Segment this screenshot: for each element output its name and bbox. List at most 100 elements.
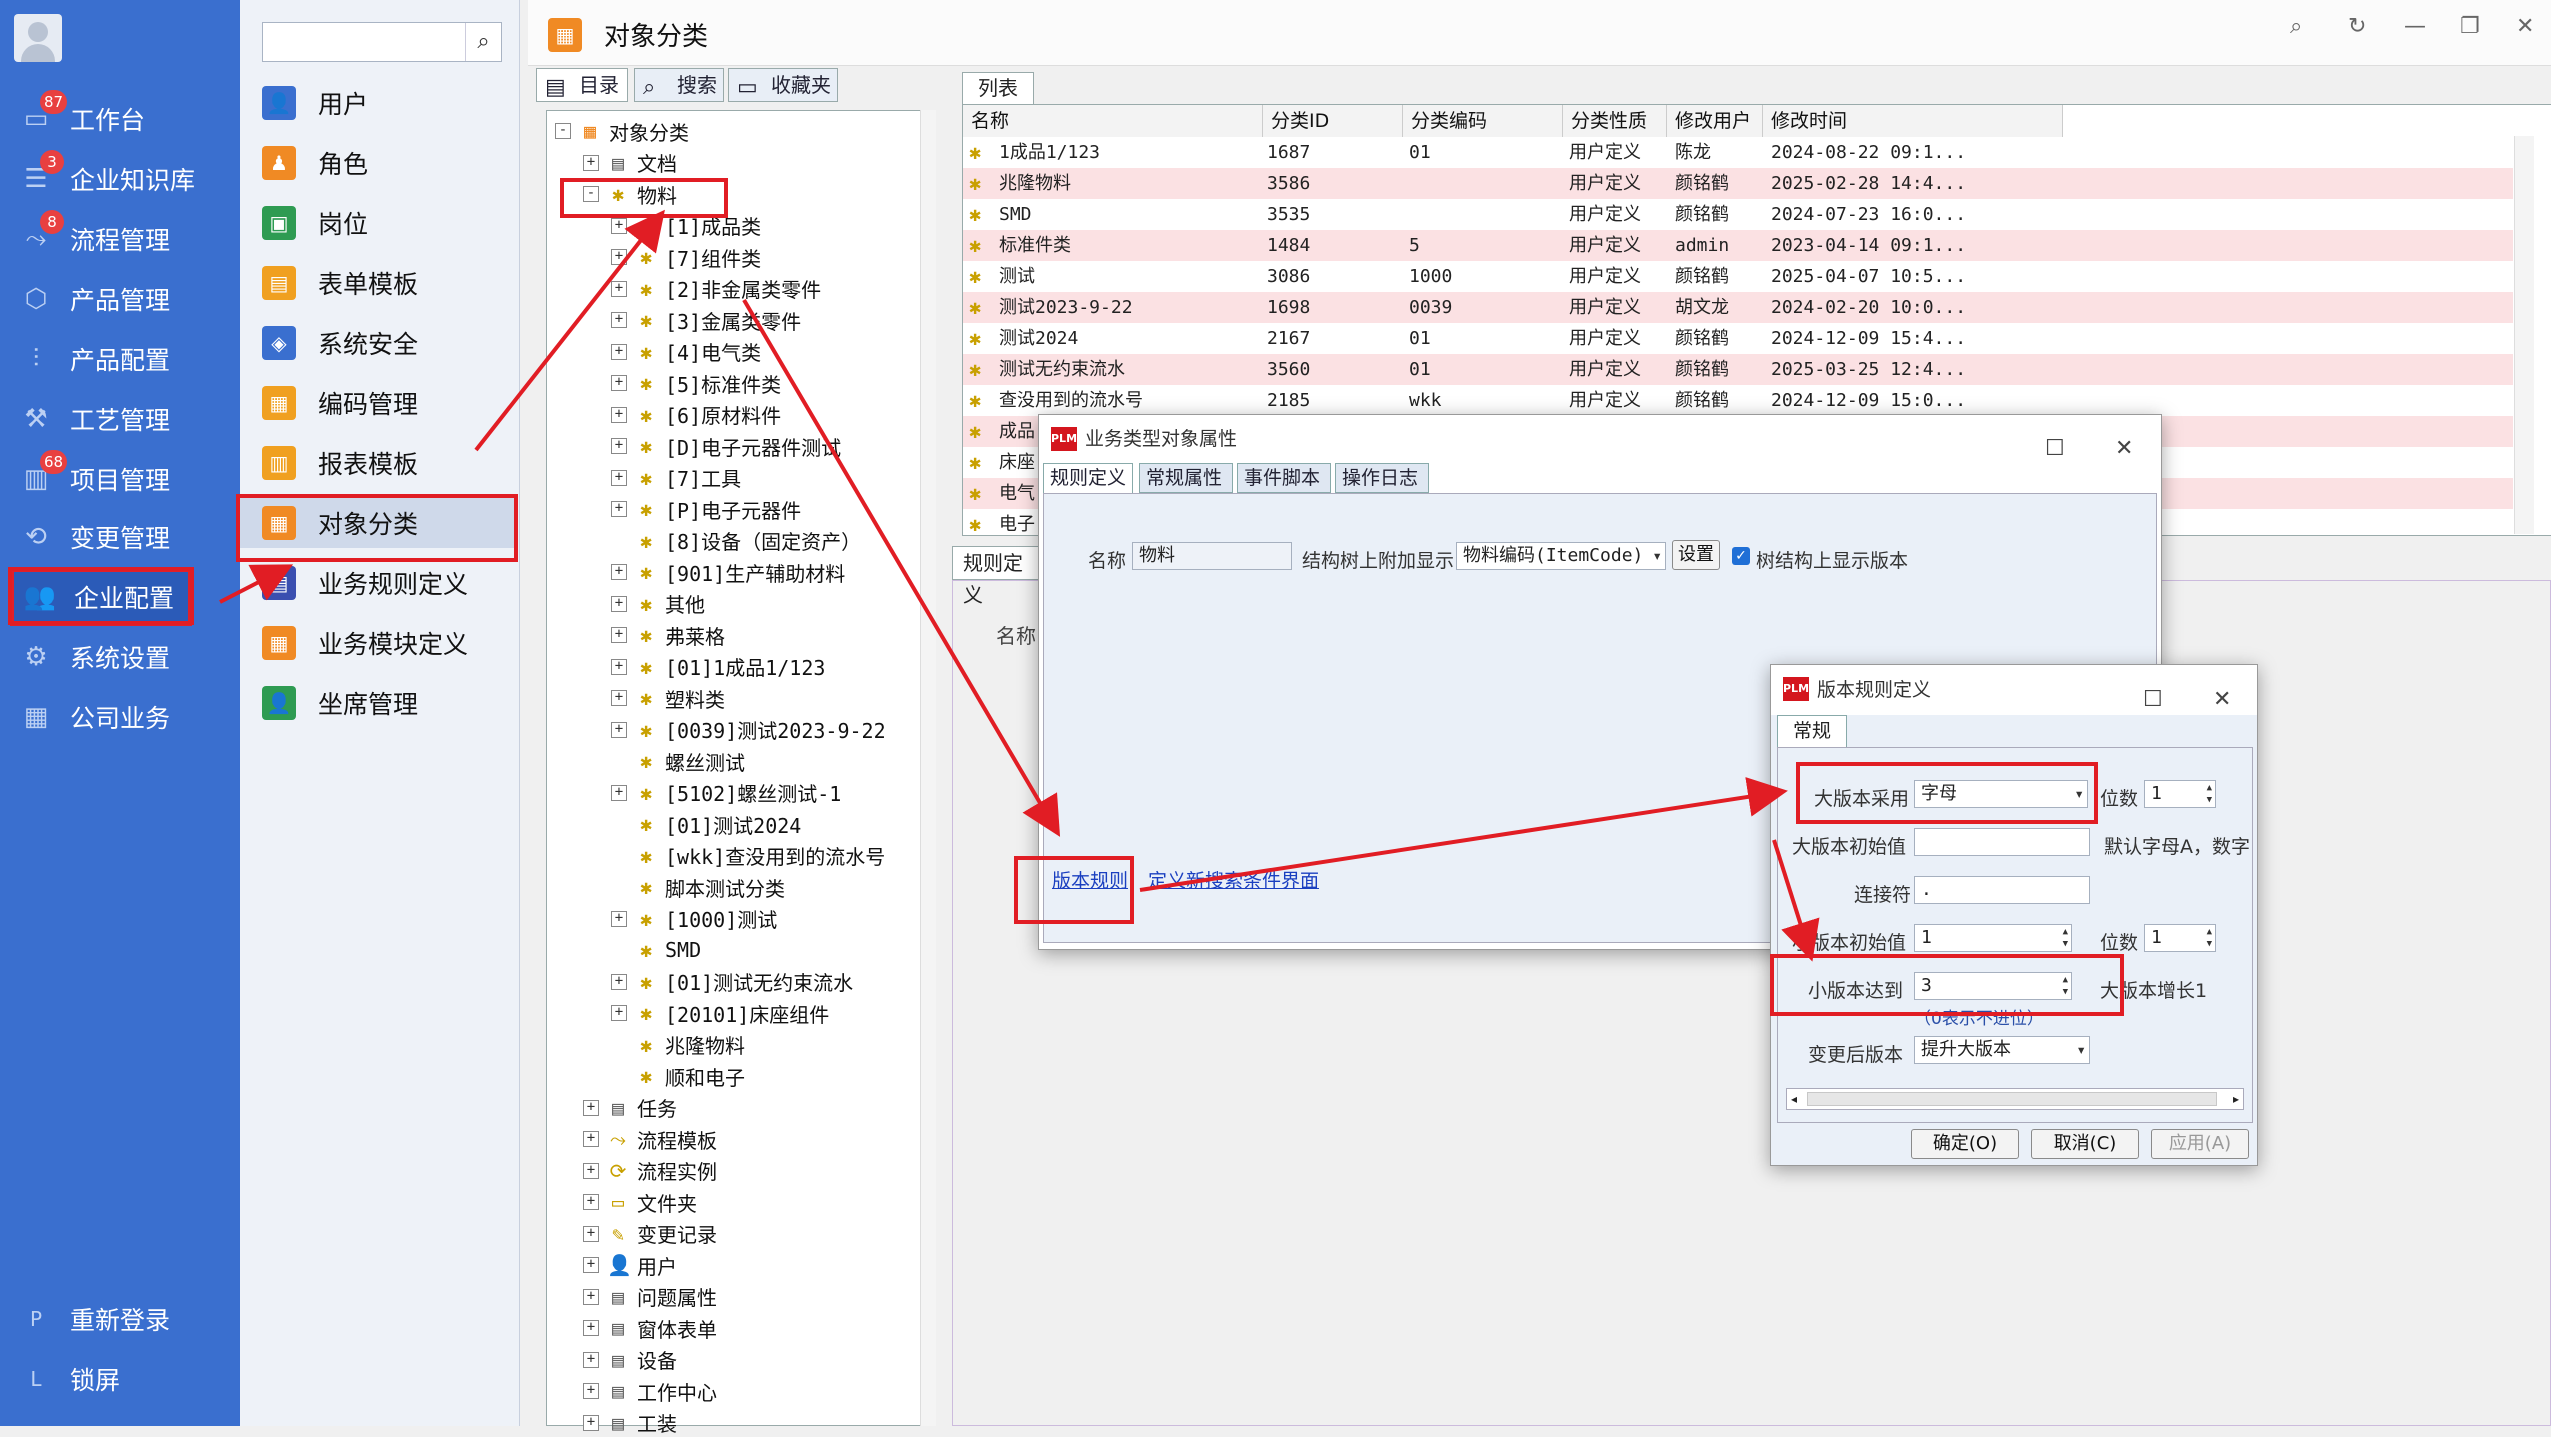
tree-node[interactable]: + ✱ [01]1成品1/123 bbox=[611, 653, 825, 681]
tree-node[interactable]: + ▭ 文件夹 bbox=[583, 1188, 697, 1216]
tree-node[interactable]: + ✱ [1000]测试 bbox=[611, 905, 777, 933]
tree-node[interactable]: ✱ 兆隆物料 bbox=[611, 1031, 745, 1059]
expand-icon[interactable]: + bbox=[611, 595, 627, 612]
after-change-select[interactable]: 提升大版本 bbox=[1914, 1036, 2090, 1064]
nav-item-8[interactable]: 👥 企业配置 bbox=[10, 568, 192, 626]
table-row[interactable]: ✱ 1成品1/123 1687 01 用户定义 陈龙 2024-08-22 09:1... bbox=[963, 137, 2513, 168]
tree-node[interactable]: + ✱ 其他 bbox=[611, 590, 705, 618]
minor-reach-stepper[interactable]: 3 bbox=[1914, 972, 2072, 1000]
sub-item-4[interactable]: ◈ 系统安全 bbox=[262, 318, 418, 368]
tab-general-properties[interactable]: 常规属性 bbox=[1139, 463, 1233, 493]
table-row[interactable]: ✱ 测试2023-9-22 1698 0039 用户定义 胡文龙 2024-02-20 10… bbox=[963, 292, 2513, 323]
column-header[interactable]: 修改时间 bbox=[1763, 105, 2063, 137]
tree-node[interactable]: + ✱ [7]组件类 bbox=[611, 243, 761, 271]
sub-item-5[interactable]: ▦ 编码管理 bbox=[262, 378, 418, 428]
tree-node[interactable]: + ✱ [0039]测试2023-9-22 bbox=[611, 716, 886, 744]
tree-node[interactable]: + ✱ 弗莱格 bbox=[611, 621, 725, 649]
expand-icon[interactable]: + bbox=[583, 1194, 599, 1210]
expand-icon[interactable]: + bbox=[611, 375, 627, 391]
expand-icon[interactable]: + bbox=[583, 1099, 599, 1116]
tree-node[interactable]: - ▦ 对象分类 bbox=[555, 117, 689, 145]
maximize-icon[interactable]: ☐ bbox=[2045, 425, 2065, 473]
grid-scrollbar[interactable] bbox=[2514, 136, 2534, 534]
tree-node[interactable]: + ✱ [5]标准件类 bbox=[611, 369, 781, 397]
expand-icon[interactable]: + bbox=[611, 627, 627, 643]
avatar[interactable] bbox=[14, 14, 62, 62]
tab-rule-definition[interactable]: 规则定义 bbox=[952, 546, 1042, 607]
sub-item-1[interactable]: ♟ 角色 bbox=[262, 138, 368, 188]
minor-digits-stepper[interactable]: 1 bbox=[2144, 924, 2216, 952]
tree-node[interactable]: + ✱ [3]金属类零件 bbox=[611, 306, 801, 334]
expand-icon[interactable]: + bbox=[583, 1288, 599, 1305]
expand-icon[interactable]: + bbox=[611, 501, 627, 517]
tree-node[interactable]: ✱ 顺和电子 bbox=[611, 1062, 745, 1090]
tab-list[interactable]: 列表 bbox=[962, 72, 1034, 104]
sub-item-6[interactable]: ▥ 报表模板 bbox=[262, 438, 418, 488]
nav-item-1[interactable]: ☰ 3 企业知识库 bbox=[0, 150, 240, 208]
tree-node[interactable]: + ⤳ 流程模板 bbox=[583, 1125, 717, 1153]
tree-node[interactable]: + ⟳ 流程实例 bbox=[583, 1157, 717, 1185]
major-use-select[interactable]: 字母 bbox=[1914, 780, 2088, 808]
column-header[interactable]: 修改用户 bbox=[1667, 105, 1763, 137]
nav-item-10[interactable]: ▦ 公司业务 bbox=[0, 688, 240, 746]
close-icon[interactable]: ✕ bbox=[2516, 14, 2534, 39]
separator-field[interactable]: . bbox=[1914, 876, 2090, 904]
nav-item-3[interactable]: ⬡ 产品管理 bbox=[0, 270, 240, 328]
show-version-checkbox[interactable]: ✓ bbox=[1732, 547, 1750, 565]
expand-icon[interactable]: + bbox=[611, 312, 627, 328]
scroll-left-icon[interactable]: ◂ bbox=[1791, 1089, 1797, 1109]
expand-icon[interactable]: + bbox=[583, 1320, 599, 1336]
tree-node[interactable]: + ✎ 变更记录 bbox=[583, 1220, 717, 1248]
scroll-thumb[interactable] bbox=[1807, 1092, 2217, 1106]
expand-icon[interactable]: + bbox=[583, 1257, 599, 1273]
tree-node[interactable]: + ✱ [1]成品类 bbox=[611, 212, 761, 240]
table-row[interactable]: ✱ 测试无约束流水 3560 01 用户定义 颜铭鹤 2025-03-25 12:4... bbox=[963, 354, 2513, 385]
expand-icon[interactable]: + bbox=[611, 217, 627, 234]
tree-node[interactable]: + ✱ [5102]螺丝测试-1 bbox=[611, 779, 841, 807]
expand-icon[interactable]: + bbox=[611, 438, 627, 454]
expand-icon[interactable]: + bbox=[611, 784, 627, 801]
tree-node[interactable]: ✱ [8]设备（固定资产） bbox=[611, 527, 861, 555]
tab-general[interactable]: 常规 bbox=[1777, 715, 1847, 747]
column-header[interactable]: 分类ID bbox=[1263, 105, 1403, 137]
relogin-button[interactable]: P 重新登录 bbox=[0, 1290, 240, 1348]
restore-icon[interactable]: ❐ bbox=[2460, 14, 2480, 39]
expand-icon[interactable]: + bbox=[611, 343, 627, 360]
table-row[interactable]: ✱ 查没用到的流水号 2185 wkk 用户定义 颜铭鹤 2024-12-09 15:0..… bbox=[963, 385, 2513, 416]
expand-icon[interactable]: + bbox=[611, 721, 627, 738]
expand-icon[interactable]: + bbox=[583, 1383, 599, 1399]
maximize-icon[interactable]: ☐ bbox=[2143, 675, 2163, 725]
sub-item-7[interactable]: ▦ 对象分类 bbox=[240, 498, 518, 548]
collapse-icon[interactable]: - bbox=[583, 186, 599, 202]
tree-node[interactable]: ✱ 螺丝测试 bbox=[611, 747, 745, 775]
ok-button[interactable]: 确定(O) bbox=[1911, 1129, 2019, 1159]
tree-node[interactable]: ✱ [wkk]查没用到的流水号 bbox=[611, 842, 885, 870]
sub-item-3[interactable]: ▤ 表单模板 bbox=[262, 258, 418, 308]
collapse-icon[interactable]: - bbox=[555, 123, 571, 139]
expand-icon[interactable]: + bbox=[611, 910, 627, 927]
expand-icon[interactable]: + bbox=[611, 564, 627, 580]
expand-icon[interactable]: + bbox=[583, 1131, 599, 1147]
tab-event-script[interactable]: 事件脚本 bbox=[1237, 463, 1331, 493]
tree-node[interactable]: + ✱ 塑料类 bbox=[611, 684, 725, 712]
tree-node[interactable]: + ✱ [7]工具 bbox=[611, 464, 741, 492]
close-icon[interactable]: ✕ bbox=[2213, 675, 2231, 725]
expand-icon[interactable]: + bbox=[583, 1162, 599, 1179]
column-header[interactable]: 分类性质 bbox=[1563, 105, 1667, 137]
expand-icon[interactable]: + bbox=[611, 973, 627, 990]
table-row[interactable]: ✱ 测试 3086 1000 用户定义 颜铭鹤 2025-04-07 10:5... bbox=[963, 261, 2513, 292]
table-row[interactable]: ✱ 标准件类 1484 5 用户定义 admin 2023-04-14 09:1... bbox=[963, 230, 2513, 261]
search-icon[interactable]: ⌕ bbox=[465, 23, 501, 61]
major-init-field[interactable] bbox=[1914, 828, 2090, 856]
tree-node[interactable]: + ✱ [901]生产辅助材料 bbox=[611, 558, 845, 586]
tree-node[interactable]: + 👤 用户 bbox=[583, 1251, 677, 1279]
nav-item-0[interactable]: ▭ 87 工作台 bbox=[0, 90, 240, 148]
column-header[interactable]: 名称 bbox=[963, 105, 1263, 137]
expand-icon[interactable]: + bbox=[611, 249, 627, 265]
nav-item-6[interactable]: ▥ 68 项目管理 bbox=[0, 450, 240, 508]
tree-node[interactable]: ✱ SMD bbox=[611, 936, 701, 964]
define-search-link[interactable]: 定义新搜索条件界面 bbox=[1148, 866, 1319, 893]
tab-directory[interactable]: ▤ 目录 bbox=[536, 68, 628, 102]
tree-node[interactable]: + ✱ [D]电子元器件测试 bbox=[611, 432, 841, 460]
table-row[interactable]: ✱ 测试2024 2167 01 用户定义 颜铭鹤 2024-12-09 15:4... bbox=[963, 323, 2513, 354]
